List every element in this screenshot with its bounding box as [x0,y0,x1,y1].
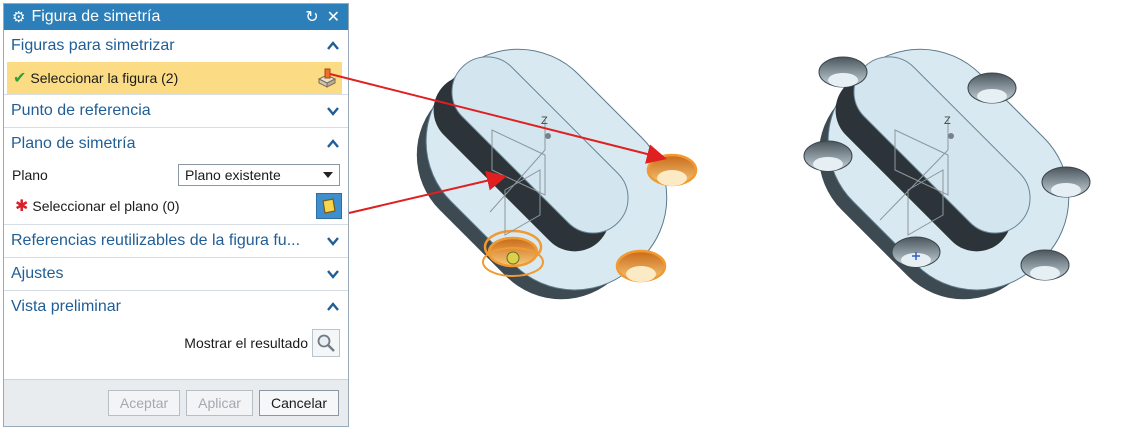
axis-label-z: Z [944,115,951,127]
axis-handle-icon [948,133,954,139]
hole [1041,166,1091,198]
axis-label-z: Z [541,115,548,127]
hole [818,56,868,88]
part-result-right: Z [803,48,1091,300]
hole [803,140,853,172]
highlighted-hole[interactable] [615,249,667,283]
hole [967,72,1017,104]
part-preview-left: Z [416,48,698,300]
hole [1020,249,1070,281]
graphics-viewport[interactable]: Z Z [0,0,1134,431]
axis-handle-icon [545,133,551,139]
hole [891,236,941,268]
highlighted-hole[interactable] [646,153,698,187]
